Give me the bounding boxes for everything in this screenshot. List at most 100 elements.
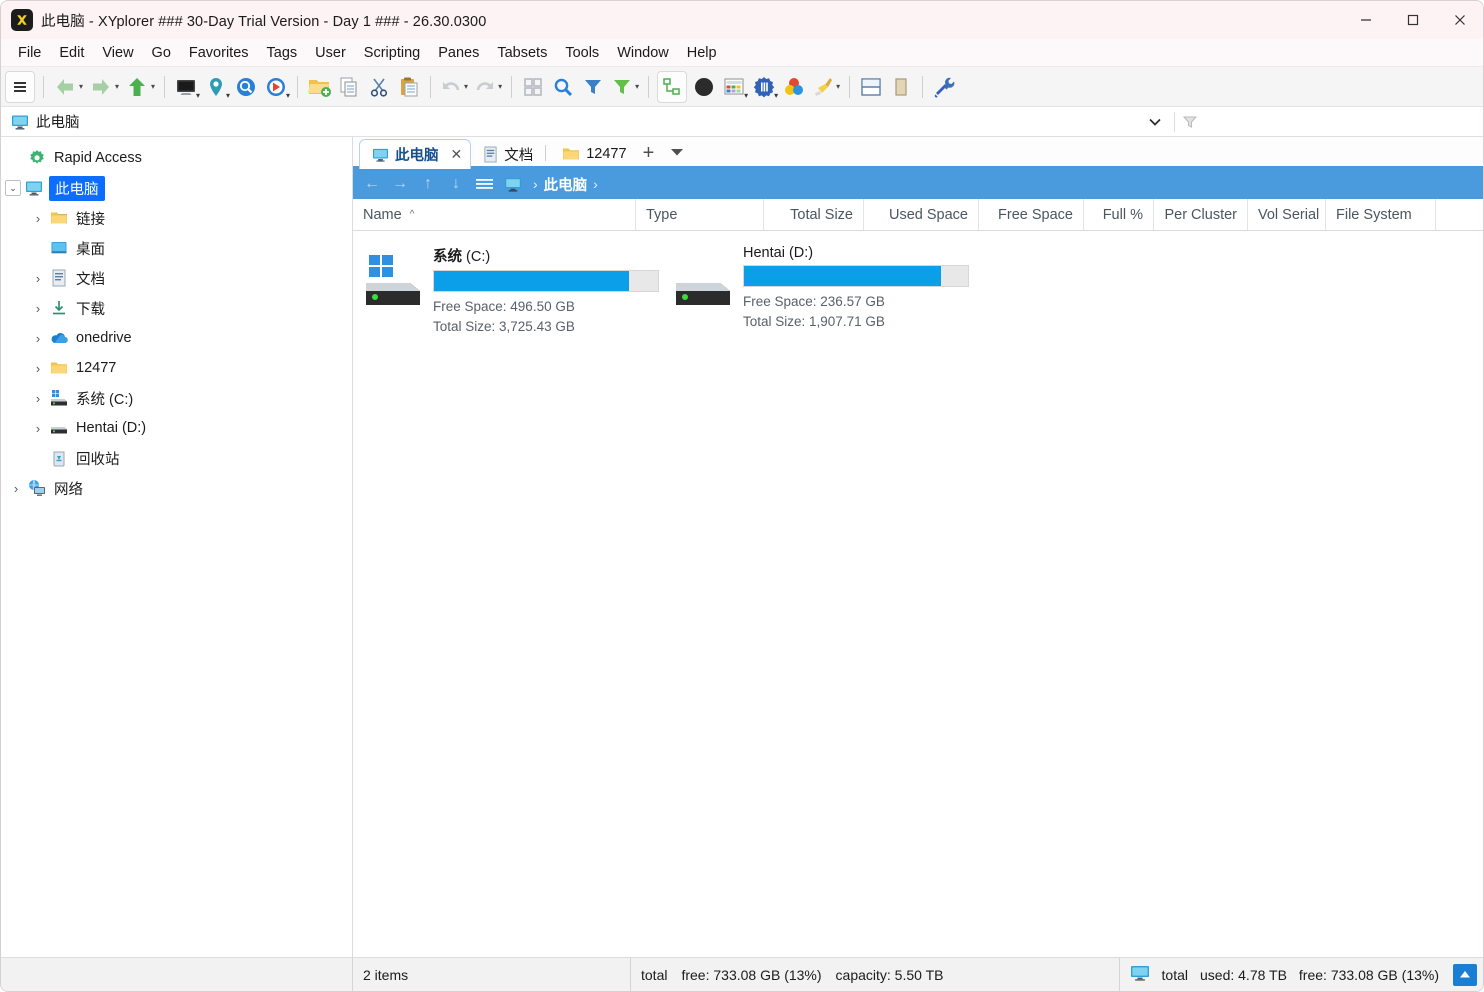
chevron-right-icon[interactable]: › <box>27 293 49 323</box>
chevron-right-icon[interactable]: › <box>27 203 49 233</box>
menu-favorites[interactable]: Favorites <box>180 43 258 63</box>
list-item[interactable]: 系统 (C:) Free Space: 496.50 GB Total Size… <box>357 241 667 334</box>
chevron-right-icon[interactable]: › <box>27 263 49 293</box>
forward-dropdown-caret-icon[interactable]: ▾ <box>115 82 119 91</box>
dual-pane-icon[interactable] <box>856 71 886 103</box>
tab-this-pc[interactable]: 此电脑 ✕ <box>359 139 472 169</box>
redo-dropdown-caret-icon[interactable]: ▾ <box>498 82 502 91</box>
menu-window[interactable]: Window <box>608 43 678 63</box>
menu-panes[interactable]: Panes <box>429 43 488 63</box>
menu-help[interactable]: Help <box>678 43 726 63</box>
column-header-name[interactable]: Name ^ <box>353 199 636 230</box>
location-dropdown-caret-icon[interactable]: ▾ <box>226 91 230 100</box>
tag-icon[interactable]: ▾ <box>749 71 779 103</box>
tree-item-rapid-access[interactable]: Rapid Access <box>1 143 352 173</box>
forward-icon[interactable]: ▾ <box>86 71 122 103</box>
highlight-icon[interactable]: ▾ <box>809 71 843 103</box>
tree-item-downloads[interactable]: › 下载 <box>1 293 352 323</box>
branch-view-icon[interactable] <box>657 70 688 103</box>
chevron-right-icon[interactable]: › <box>27 413 49 443</box>
undo-icon[interactable]: ▾ <box>437 71 471 103</box>
tree-item-network[interactable]: › 网络 <box>1 473 352 503</box>
menu-user[interactable]: User <box>306 43 355 63</box>
dark-mode-icon[interactable] <box>689 71 719 103</box>
monitor-icon[interactable] <box>499 176 527 193</box>
close-icon[interactable]: ✕ <box>451 146 463 163</box>
column-header-vol-serial[interactable]: Vol Serial <box>1248 199 1326 230</box>
info-panel-icon[interactable] <box>886 71 916 103</box>
column-header-total-size[interactable]: Total Size <box>764 199 864 230</box>
chevron-right-icon[interactable]: › <box>27 323 49 353</box>
new-folder-icon[interactable] <box>304 71 334 103</box>
tab-12477[interactable]: 12477 <box>550 139 634 169</box>
find-files-icon[interactable] <box>231 71 261 103</box>
new-tab-button[interactable]: + <box>635 143 663 163</box>
paste-icon[interactable] <box>394 71 424 103</box>
redo-icon[interactable]: ▾ <box>471 71 505 103</box>
column-header-free-space[interactable]: Free Space <box>979 199 1084 230</box>
this-pc-icon[interactable]: ▾ <box>171 71 201 103</box>
color-filters-icon[interactable] <box>779 71 809 103</box>
tree-item-drive-d[interactable]: › Hentai (D:) <box>1 413 352 443</box>
report-icon[interactable]: ▾ <box>719 71 749 103</box>
back-dropdown-caret-icon[interactable]: ▾ <box>79 82 83 91</box>
tag-dropdown-caret-icon[interactable]: ▾ <box>774 91 778 100</box>
forward-icon[interactable]: → <box>387 171 413 197</box>
visual-filter-icon[interactable] <box>578 71 608 103</box>
down-icon[interactable]: ↓ <box>443 171 469 197</box>
chevron-right-icon[interactable]: › <box>27 353 49 383</box>
tree-item-documents[interactable]: › 文档 <box>1 263 352 293</box>
search-icon[interactable] <box>548 71 578 103</box>
tree-item-drive-c[interactable]: › 系统 (C:) <box>1 383 352 413</box>
go-to-icon[interactable]: ▾ <box>261 71 291 103</box>
scroll-to-top-button[interactable] <box>1453 963 1477 986</box>
tree-item-links[interactable]: › 链接 <box>1 203 352 233</box>
menu-tabsets[interactable]: Tabsets <box>488 43 556 63</box>
chevron-down-icon[interactable]: ⌄ <box>5 180 21 196</box>
address-bar[interactable]: 此电脑 <box>1 107 1483 137</box>
filter-dropdown-caret-icon[interactable]: ▾ <box>635 82 639 91</box>
up-icon[interactable]: ▾ <box>122 71 158 103</box>
tree-item-this-pc[interactable]: ⌄ 此电脑 <box>1 173 352 203</box>
close-button[interactable] <box>1436 1 1483 39</box>
menu-scripting[interactable]: Scripting <box>355 43 429 63</box>
configuration-icon[interactable] <box>929 71 959 103</box>
hamburger-icon[interactable] <box>471 171 497 197</box>
address-dropdown-icon[interactable] <box>1143 107 1167 137</box>
column-header-file-system[interactable]: File System <box>1326 199 1436 230</box>
column-header-per-cluster[interactable]: Per Cluster <box>1154 199 1248 230</box>
thumbnails-view-icon[interactable] <box>518 71 548 103</box>
back-icon[interactable]: ← <box>359 171 385 197</box>
back-icon[interactable]: ▾ <box>50 71 86 103</box>
breadcrumb-separator-trailing[interactable]: › <box>589 176 602 192</box>
undo-dropdown-caret-icon[interactable]: ▾ <box>464 82 468 91</box>
tree-item-desktop[interactable]: 桌面 <box>1 233 352 263</box>
menu-view[interactable]: View <box>93 43 142 63</box>
menu-file[interactable]: File <box>9 43 50 63</box>
list-item[interactable]: Hentai (D:) Free Space: 236.57 GB Total … <box>667 241 977 329</box>
cut-icon[interactable] <box>364 71 394 103</box>
filter-icon[interactable]: ▾ <box>608 71 642 103</box>
tab-documents[interactable]: 文档 <box>471 139 541 169</box>
menu-tags[interactable]: Tags <box>258 43 307 63</box>
column-header-type[interactable]: Type <box>636 199 764 230</box>
tree-item-12477[interactable]: › 12477 <box>1 353 352 383</box>
menu-tools[interactable]: Tools <box>556 43 608 63</box>
tab-list-dropdown-icon[interactable] <box>662 144 692 162</box>
chevron-right-icon[interactable]: › <box>27 383 49 413</box>
chevron-right-icon[interactable]: › <box>5 473 27 503</box>
report-dropdown-caret-icon[interactable]: ▾ <box>744 91 748 100</box>
tree-item-onedrive[interactable]: › onedrive <box>1 323 352 353</box>
column-header-used-space[interactable]: Used Space <box>864 199 979 230</box>
menu-edit[interactable]: Edit <box>50 43 93 63</box>
breadcrumb-path[interactable]: 此电脑 <box>544 174 588 195</box>
highlight-dropdown-caret-icon[interactable]: ▾ <box>836 82 840 91</box>
funnel-icon[interactable] <box>1177 107 1203 137</box>
this-pc-dropdown-caret-icon[interactable]: ▾ <box>196 91 200 100</box>
column-header-full-percent[interactable]: Full % <box>1084 199 1154 230</box>
menu-go[interactable]: Go <box>143 43 180 63</box>
minimize-button[interactable] <box>1342 1 1389 39</box>
copy-icon[interactable] <box>334 71 364 103</box>
tree-item-recycle-bin[interactable]: 回收站 <box>1 443 352 473</box>
location-pin-icon[interactable]: ▾ <box>201 71 231 103</box>
